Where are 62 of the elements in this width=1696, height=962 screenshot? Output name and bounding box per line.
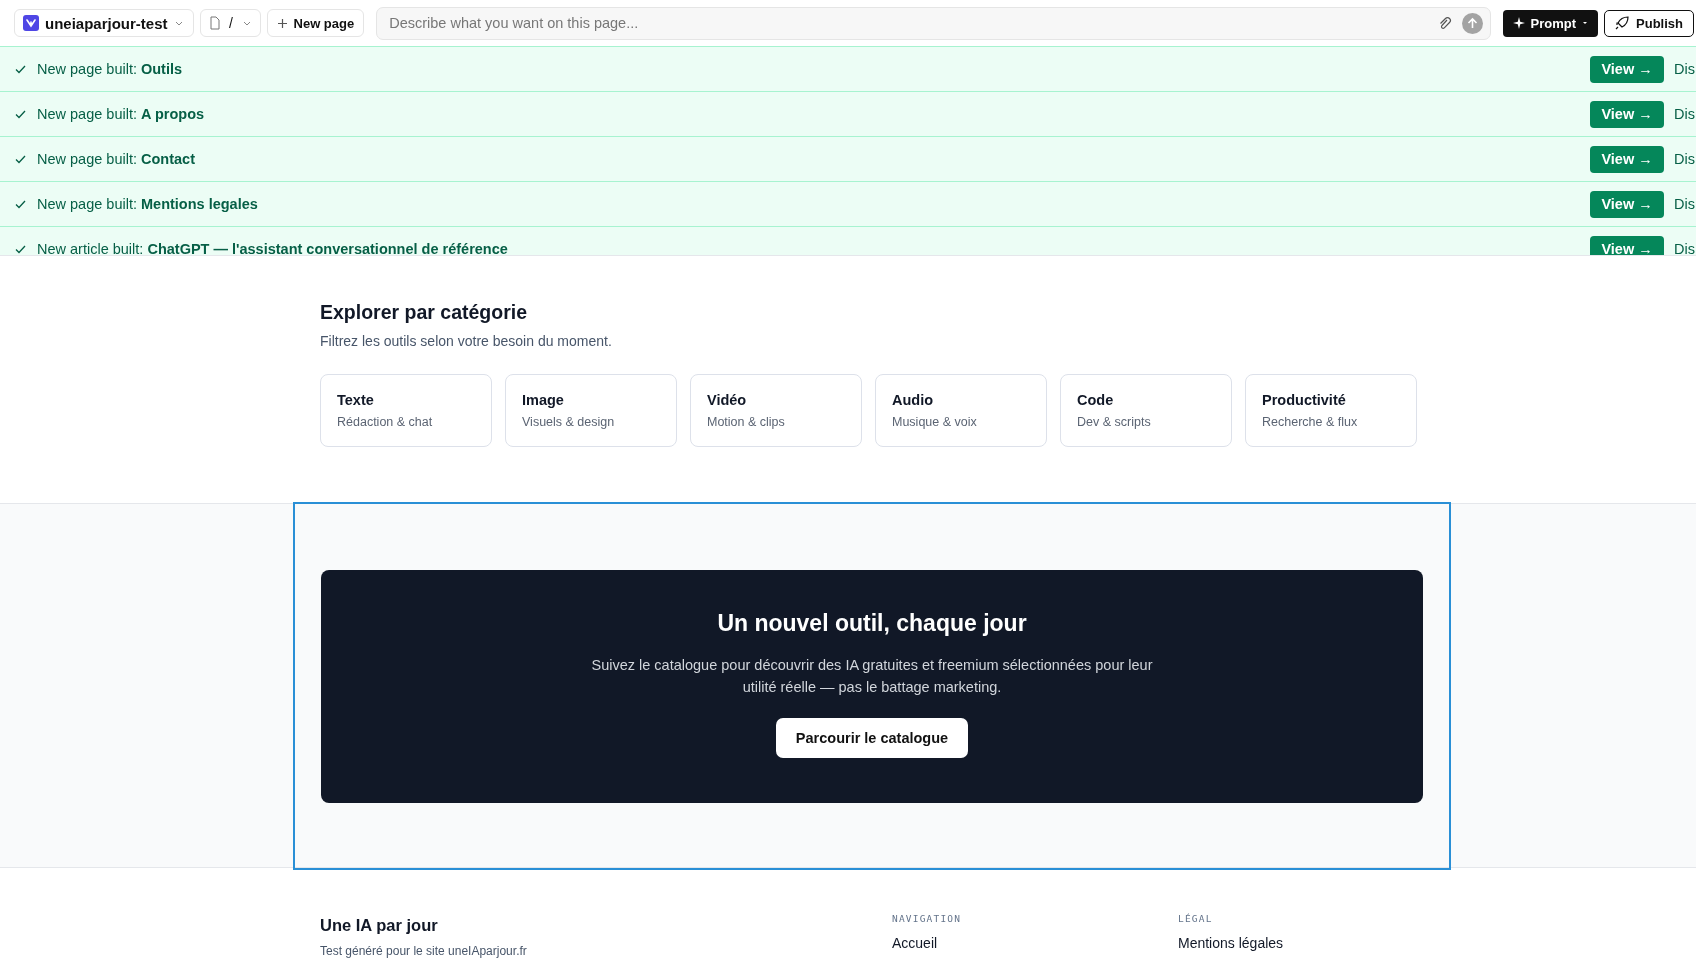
category-description: Motion & clips [707, 415, 786, 429]
page-selector[interactable]: / [199, 9, 261, 37]
dismiss-link[interactable]: Dis [1674, 106, 1695, 122]
footer-link[interactable]: Accueil [892, 935, 1178, 951]
view-button[interactable]: View → [1590, 145, 1665, 173]
notice-text: New page built: A propos [37, 106, 205, 122]
category-card[interactable]: Productivité Recherche & flux [1245, 374, 1417, 447]
caret-icon [1582, 20, 1589, 26]
footer-link[interactable]: Mentions légales [1178, 935, 1284, 951]
category-name: Vidéo [707, 392, 748, 408]
category-name: Image [522, 392, 565, 408]
notice-text: New page built: Contact [37, 151, 195, 167]
category-card[interactable]: Texte Rédaction & chat [320, 374, 492, 447]
cta-text: Suivez le catalogue pour découvrir des IA gratuites et freemium sélectionnées pour leur utilité réelle — pas le battage marketing. [590, 656, 1154, 697]
publish-button[interactable]: Publish [1604, 9, 1694, 37]
prompt-button[interactable]: Prompt [1502, 9, 1599, 37]
notice-text: New page built: Mentions legales [37, 196, 258, 212]
cta-title: Un nouvel outil, chaque jour [717, 610, 1027, 637]
category-description: Dev & scripts [1077, 415, 1152, 429]
dismiss-link[interactable]: Dis [1674, 241, 1695, 255]
check-icon [15, 244, 26, 254]
footer-brand: Une IA par jour [320, 916, 439, 935]
category-card[interactable]: Vidéo Motion & clips [690, 374, 862, 447]
category-description: Visuels & design [522, 415, 616, 429]
view-button[interactable]: View → [1590, 235, 1665, 255]
category-name: Texte [337, 392, 375, 408]
section-title: Explorer par catégorie [320, 301, 528, 324]
category-name: Audio [892, 392, 935, 408]
check-icon [15, 109, 26, 119]
category-card[interactable]: Audio Musique & voix [875, 374, 1047, 447]
project-switcher[interactable]: uneiaparjour-test [14, 9, 194, 37]
sparkle-icon [1512, 17, 1525, 29]
catalogue-button[interactable]: Parcourir le catalogue [775, 718, 969, 758]
category-description: Recherche & flux [1262, 415, 1359, 429]
category-description: Rédaction & chat [337, 415, 434, 429]
prompt-field[interactable]: Describe what you want on this page... [376, 6, 1491, 40]
notice-text: New article built: ChatGPT — l'assistant conversationnel de référence [37, 241, 508, 255]
section-subtitle: Filtrez les outils selon votre besoin du moment. [320, 333, 613, 349]
plus-icon [276, 17, 288, 29]
view-button[interactable]: View → [1590, 100, 1665, 128]
footer-tagline: Test généré pour le site uneIAparjour.fr [320, 944, 528, 958]
logo-icon [23, 15, 39, 31]
notice-text: New page built: Outils [37, 61, 183, 77]
check-icon [15, 154, 26, 164]
dismiss-link[interactable]: Dis [1674, 196, 1695, 212]
dismiss-link[interactable]: Dis [1674, 151, 1695, 167]
view-button[interactable]: View → [1590, 55, 1665, 83]
category-name: Code [1077, 392, 1115, 408]
rocket-icon [1615, 16, 1630, 30]
check-icon [15, 199, 26, 209]
category-card[interactable]: Image Visuels & design [505, 374, 677, 447]
category-card[interactable]: Code Dev & scripts [1060, 374, 1232, 447]
view-button[interactable]: View → [1590, 190, 1665, 218]
dismiss-link[interactable]: Dis [1674, 61, 1695, 77]
page-icon [208, 16, 221, 30]
new-page-button[interactable]: New page [266, 9, 365, 37]
footer-heading: LÉGAL [1178, 913, 1214, 924]
check-icon [15, 64, 26, 74]
category-name: Productivité [1262, 392, 1347, 408]
category-description: Musique & voix [892, 415, 978, 429]
footer-heading: NAVIGATION [892, 913, 963, 924]
selected-section-outline[interactable]: Un nouvel outil, chaque jour Suivez le catalogue pour découvrir des IA gratuites et freemium sélectionnées pour leur utilité réelle — pas le battage marketing. Parcourir le catalogue [293, 502, 1451, 870]
